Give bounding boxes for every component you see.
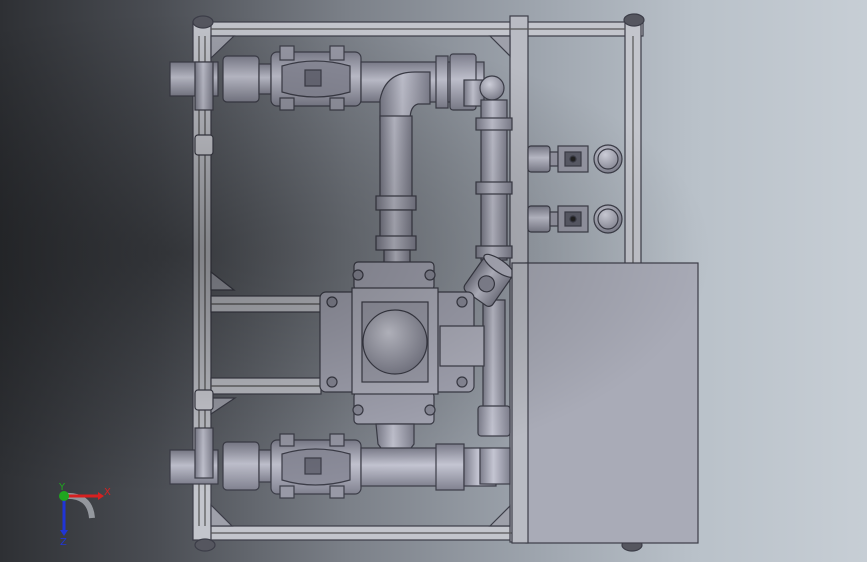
discharge-pipe-lower[interactable]: [482, 299, 506, 421]
gauge-fitting-upper[interactable]: [527, 145, 551, 173]
control-box-side: [511, 262, 529, 544]
triad-y-label: Y: [58, 482, 66, 493]
corner-gusset: [488, 504, 511, 527]
pump-top-flange: [353, 261, 435, 291]
bottom-pipe-line[interactable]: [169, 427, 511, 499]
top-pipe-line[interactable]: [169, 45, 505, 121]
corner-gusset: [488, 35, 511, 58]
corner-gusset: [210, 397, 237, 416]
corner-gusset: [210, 270, 236, 291]
pump-impeller-dome[interactable]: [362, 309, 428, 375]
rail-clamp: [194, 134, 214, 156]
triad-z-label: Z: [60, 537, 67, 548]
frame-foot: [194, 538, 216, 552]
corner-gusset: [210, 35, 236, 60]
rail-clamp: [194, 389, 214, 411]
frame-foot: [623, 13, 645, 27]
triad-z-arrow: [60, 530, 68, 536]
suction-pipe-upper[interactable]: [379, 115, 413, 207]
corner-gusset: [210, 503, 234, 527]
pressure-gauge-fittings[interactable]: [527, 144, 623, 234]
top-union-nut[interactable]: [222, 55, 260, 103]
bottom-union-nut[interactable]: [222, 441, 260, 491]
pump-bottom-flange: [353, 391, 435, 425]
control-box-panel[interactable]: [525, 262, 699, 544]
pump-skid-model[interactable]: X Y Z: [0, 0, 867, 562]
gauge-fitting-lower[interactable]: [527, 205, 551, 233]
top-inlet-bracket: [194, 61, 214, 111]
frame-foot: [192, 15, 214, 29]
cad-viewport[interactable]: X Y Z: [0, 0, 867, 562]
vertical-suction-pipe[interactable]: [375, 115, 417, 265]
top-elbow-cap: [479, 75, 505, 101]
pump-assembly[interactable]: [319, 261, 485, 469]
pump-motor-box[interactable]: [439, 325, 485, 367]
bottom-header-pipe[interactable]: [360, 447, 442, 487]
triad-x-label: X: [104, 487, 111, 498]
coordinate-triad: X Y Z: [58, 482, 111, 548]
